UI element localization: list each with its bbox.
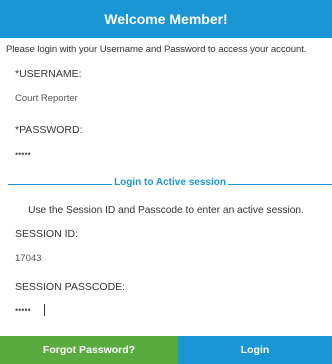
password-label: *PASSWORD:	[15, 124, 83, 136]
session-id-label: SESSION ID:	[15, 228, 79, 240]
session-passcode-label: SESSION PASSCODE:	[15, 281, 126, 293]
login-panel: Welcome Member! Please login with your U…	[0, 0, 332, 364]
forgot-password-label: Forgot Password?	[42, 344, 136, 356]
header-title: Welcome Member!	[104, 11, 228, 27]
session-passcode-field[interactable]	[8, 299, 328, 321]
session-divider-label: Login to Active session	[112, 177, 228, 188]
password-field[interactable]	[8, 143, 328, 165]
username-field[interactable]	[8, 87, 328, 109]
login-button[interactable]: Login	[178, 336, 332, 364]
login-label: Login	[240, 344, 270, 356]
forgot-password-button[interactable]: Forgot Password?	[0, 336, 178, 364]
welcome-header: Welcome Member!	[0, 0, 332, 38]
text-cursor	[44, 304, 45, 316]
session-id-field[interactable]	[8, 247, 328, 269]
session-divider: Login to Active session	[8, 177, 332, 191]
session-instructions: Use the Session ID and Passcode to enter…	[28, 205, 304, 216]
login-instructions: Please login with your Username and Pass…	[6, 44, 307, 55]
username-label: *USERNAME:	[15, 68, 82, 80]
